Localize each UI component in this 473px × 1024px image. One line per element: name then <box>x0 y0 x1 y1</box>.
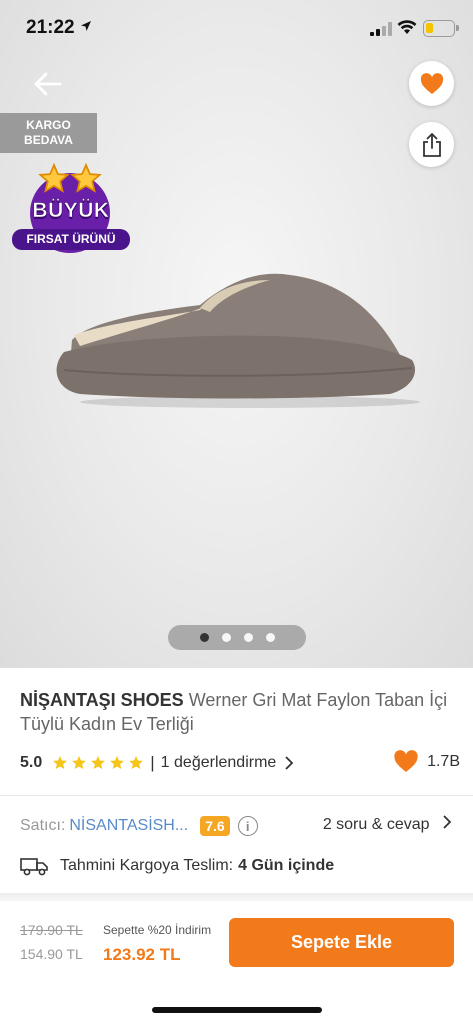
badge-star-icon <box>70 163 102 193</box>
questions-answers-link[interactable]: 2 soru & cevap <box>323 815 452 834</box>
truck-icon <box>20 858 48 876</box>
rating-stars <box>52 755 144 771</box>
cellular-signal-icon <box>370 22 392 36</box>
seller-name-link[interactable]: NİSANTASİSH... <box>69 817 188 835</box>
qa-label: 2 soru & cevap <box>322 816 430 833</box>
back-button[interactable] <box>28 66 68 102</box>
seller-label: Satıcı: <box>20 817 66 834</box>
location-arrow-icon <box>81 21 91 31</box>
basket-discount-label: Sepette %20 İndirim <box>103 923 212 937</box>
rating-value: 5.0 <box>20 754 43 771</box>
back-arrow-icon <box>34 72 62 96</box>
product-photo <box>56 273 420 408</box>
big-deal-badge: BÜYÜK FIRSAT ÜRÜNÜ <box>10 163 132 267</box>
sale-price: 154.90 TL <box>20 946 83 962</box>
basket-price: 123.92 TL <box>103 945 181 964</box>
gallery-pagination[interactable] <box>168 625 306 650</box>
star-icon <box>91 756 106 769</box>
status-time: 21:22 <box>26 17 75 38</box>
seller-score-badge: 7.6 <box>200 816 230 836</box>
gallery-dot[interactable] <box>243 633 253 642</box>
info-icon[interactable]: i <box>237 816 258 836</box>
delivery-value: 4 Gün içinde <box>238 857 335 874</box>
product-image-gallery[interactable]: 21:22 KARGO BEDAVA BÜYÜK FIRSAT ÜRÜNÜ <box>0 0 473 668</box>
gallery-dot[interactable] <box>265 633 275 642</box>
likes-count: 1.7B <box>427 752 460 770</box>
heart-icon <box>420 72 443 94</box>
free-shipping-line2: BEDAVA <box>24 133 73 147</box>
original-price: 179.90 TL <box>20 922 83 938</box>
star-icon <box>53 756 68 769</box>
deal-badge-title: BÜYÜK <box>32 199 110 223</box>
badge-star-icon <box>38 163 70 193</box>
seller-row: Satıcı: NİSANTASİSH... 7.6 i 2 soru & ce… <box>20 813 460 839</box>
chevron-right-icon[interactable] <box>284 756 294 770</box>
share-icon <box>422 132 441 157</box>
home-indicator[interactable] <box>152 1007 322 1013</box>
star-icon <box>110 756 125 769</box>
section-divider <box>0 795 473 796</box>
deal-badge-subtitle: FIRSAT ÜRÜNÜ <box>12 229 130 250</box>
chevron-right-icon <box>443 815 452 829</box>
favorite-button[interactable] <box>409 61 454 106</box>
heart-icon <box>394 750 418 772</box>
battery-icon <box>423 20 459 37</box>
delivery-label: Tahmini Kargoya Teslim: <box>60 857 234 874</box>
free-shipping-line1: KARGO <box>26 118 71 132</box>
star-icon <box>72 756 87 769</box>
section-divider <box>0 893 473 901</box>
gallery-dot[interactable] <box>221 633 231 642</box>
status-bar: 21:22 <box>0 0 473 58</box>
product-brand[interactable]: NİŞANTAŞI SHOES <box>20 690 184 710</box>
gallery-dot[interactable] <box>199 633 209 642</box>
star-icon <box>129 756 144 769</box>
rating-separator: | <box>150 753 155 772</box>
free-shipping-badge: KARGO BEDAVA <box>0 113 97 153</box>
wifi-icon <box>397 20 417 34</box>
share-button[interactable] <box>409 122 454 167</box>
product-title: NİŞANTAŞI SHOES Werner Gri Mat Faylon Ta… <box>20 688 450 736</box>
add-to-cart-button[interactable]: Sepete Ekle <box>229 918 454 967</box>
delivery-estimate-row: Tahmini Kargoya Teslim: 4 Gün içinde <box>20 853 460 879</box>
purchase-bar: 179.90 TL 154.90 TL Sepette %20 İndirim … <box>0 901 473 1024</box>
likes-counter[interactable]: 1.7B <box>393 750 460 773</box>
reviews-link[interactable]: 1 değerlendirme <box>161 754 277 772</box>
rating-row: 5.0 | 1 değerlendirme 1.7B <box>20 750 460 776</box>
